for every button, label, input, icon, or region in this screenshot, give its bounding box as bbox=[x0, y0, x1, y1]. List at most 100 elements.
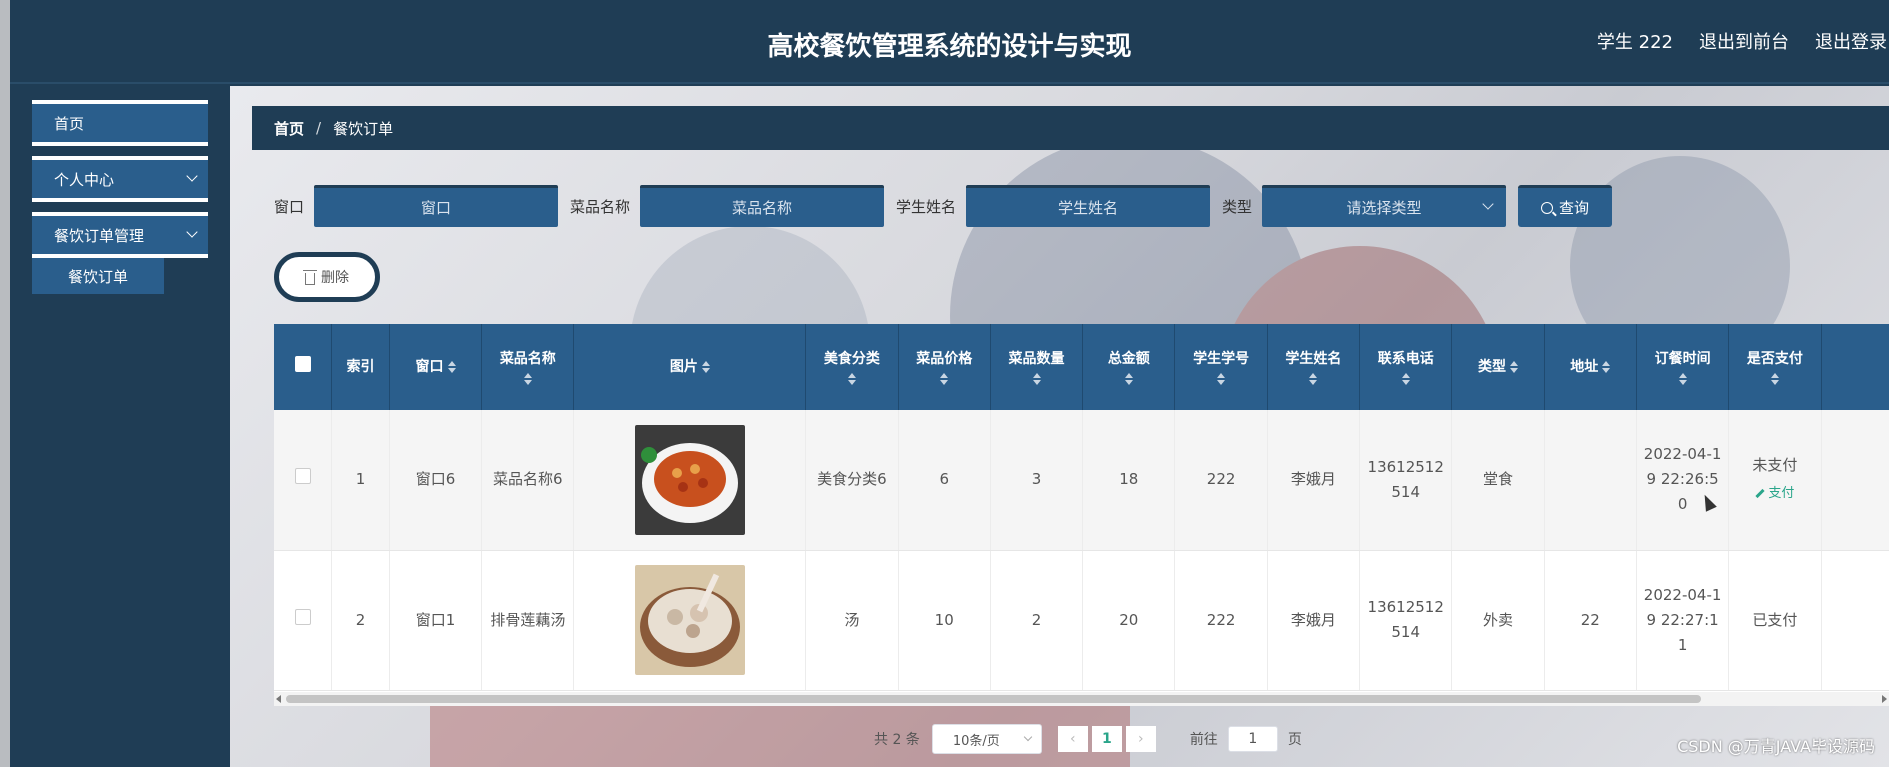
goto-label: 前往 bbox=[1189, 732, 1218, 748]
col-phone[interactable]: 联系电话 bbox=[1359, 324, 1453, 410]
cell-window: 窗口1 bbox=[389, 550, 483, 691]
delete-button-label: 删除 bbox=[321, 270, 349, 286]
cell-window: 窗口6 bbox=[389, 410, 483, 551]
watermark: CSDN @万青JAVA毕设源码 bbox=[1677, 737, 1875, 756]
orders-table: 索引 窗口 菜品名称 图片 美食分类 菜品价格 菜品数量 总金额 学生学号 学生… bbox=[274, 324, 1889, 706]
type-select[interactable]: 请选择类型 bbox=[1262, 185, 1507, 227]
trash-icon bbox=[303, 269, 317, 285]
pagination: 共 2 条 10条/页 ‹ 1 › 前往 1 页 bbox=[874, 724, 1302, 754]
row-checkbox[interactable] bbox=[294, 468, 311, 485]
select-all-cell bbox=[274, 324, 333, 410]
cell-actions: 详情 bbox=[1821, 410, 1889, 551]
sort-icon bbox=[1401, 373, 1410, 385]
sidebar-item-order-management[interactable]: 餐饮订单管理 bbox=[32, 212, 208, 258]
cell-image bbox=[573, 550, 807, 691]
sidebar-item-personal-center[interactable]: 个人中心 bbox=[32, 156, 208, 202]
window-label: 窗口 bbox=[274, 197, 305, 216]
cell-category: 美食分类6 bbox=[805, 410, 899, 551]
col-address[interactable]: 地址 bbox=[1544, 324, 1637, 410]
sidebar-item-home[interactable]: 首页 bbox=[32, 100, 208, 146]
cell-address bbox=[1544, 410, 1637, 551]
chevron-down-icon bbox=[186, 170, 198, 182]
dish-placeholder: 菜品名称 bbox=[732, 199, 793, 217]
scroll-right-icon[interactable] bbox=[1882, 695, 1887, 703]
cell-phone: 13612512514 bbox=[1359, 410, 1453, 551]
col-label: 联系电话 bbox=[1377, 351, 1434, 367]
current-user[interactable]: 学生 222 bbox=[1597, 28, 1673, 54]
col-label: 地址 bbox=[1570, 359, 1599, 375]
col-label: 窗口 bbox=[415, 359, 444, 375]
breadcrumb-home[interactable]: 首页 bbox=[274, 118, 304, 139]
col-total[interactable]: 总金额 bbox=[1082, 324, 1176, 410]
scrollbar-thumb[interactable] bbox=[286, 695, 1701, 703]
main-content: 首页 / 餐饮订单 窗口 窗口 菜品名称 菜品名称 学生姓名 学生姓名 类型 请… bbox=[230, 86, 1889, 767]
col-actions bbox=[1821, 324, 1889, 410]
sort-icon bbox=[1678, 373, 1687, 385]
dish-input[interactable]: 菜品名称 bbox=[640, 185, 885, 227]
back-to-front-link[interactable]: 退出到前台 bbox=[1699, 28, 1789, 54]
sort-icon bbox=[447, 361, 456, 373]
col-category[interactable]: 美食分类 bbox=[805, 324, 899, 410]
chevron-down-icon bbox=[1023, 732, 1033, 742]
col-label: 菜品价格 bbox=[916, 351, 973, 367]
query-button[interactable]: 查询 bbox=[1518, 185, 1613, 227]
col-dish[interactable]: 菜品名称 bbox=[481, 324, 575, 410]
cell-student-name: 李娥月 bbox=[1267, 550, 1361, 691]
query-button-label: 查询 bbox=[1559, 199, 1590, 217]
cell-image bbox=[573, 410, 807, 551]
window-placeholder: 窗口 bbox=[421, 199, 452, 217]
sort-icon bbox=[1217, 373, 1226, 385]
col-label: 美食分类 bbox=[823, 351, 880, 367]
cell-quantity: 3 bbox=[990, 410, 1084, 551]
page-number[interactable]: 1 bbox=[1091, 726, 1122, 752]
next-page-button[interactable]: › bbox=[1125, 726, 1156, 752]
pay-button-label: 支付 bbox=[1768, 486, 1795, 502]
goto-page-input[interactable]: 1 bbox=[1227, 726, 1278, 752]
col-quantity[interactable]: 菜品数量 bbox=[990, 324, 1084, 410]
row-checkbox[interactable] bbox=[294, 608, 311, 625]
col-label: 总金额 bbox=[1107, 351, 1150, 367]
cell-student-name: 李娥月 bbox=[1267, 410, 1361, 551]
col-paid[interactable]: 是否支付 bbox=[1728, 324, 1822, 410]
cell-address: 22 bbox=[1544, 550, 1637, 691]
col-label: 订餐时间 bbox=[1654, 351, 1711, 367]
prev-page-button[interactable]: ‹ bbox=[1057, 726, 1088, 752]
top-bar: 高校餐饮管理系统的设计与实现 学生 222 退出到前台 退出登录 bbox=[10, 0, 1889, 84]
page-size-value: 10条/页 bbox=[952, 733, 1000, 749]
student-input[interactable]: 学生姓名 bbox=[966, 185, 1211, 227]
col-label: 菜品数量 bbox=[1008, 351, 1065, 367]
delete-button[interactable]: 删除 bbox=[274, 252, 380, 302]
type-label: 类型 bbox=[1222, 197, 1253, 216]
col-price[interactable]: 菜品价格 bbox=[898, 324, 991, 410]
cell-total: 18 bbox=[1082, 410, 1176, 551]
col-time[interactable]: 订餐时间 bbox=[1636, 324, 1730, 410]
col-label: 学生学号 bbox=[1193, 351, 1250, 367]
breadcrumb-separator: / bbox=[316, 119, 322, 137]
dish-label: 菜品名称 bbox=[570, 197, 631, 216]
pay-button[interactable]: 支付 bbox=[1755, 481, 1794, 506]
col-label: 类型 bbox=[1478, 359, 1506, 375]
logout-link[interactable]: 退出登录 bbox=[1815, 28, 1887, 54]
col-type[interactable]: 类型 bbox=[1451, 324, 1545, 410]
top-links: 学生 222 退出到前台 退出登录 bbox=[1597, 28, 1889, 54]
page-size-select[interactable]: 10条/页 bbox=[931, 724, 1042, 754]
sidebar-subitem-orders[interactable]: 餐饮订单 bbox=[32, 258, 164, 294]
select-all-checkbox[interactable] bbox=[294, 356, 311, 372]
cell-time: 2022-04-19 22:26:50 bbox=[1636, 410, 1730, 551]
sort-icon bbox=[1770, 373, 1779, 385]
window-input[interactable]: 窗口 bbox=[314, 185, 559, 227]
col-student-no[interactable]: 学生学号 bbox=[1174, 324, 1268, 410]
breadcrumb-current: 餐饮订单 bbox=[333, 119, 394, 138]
cell-paid: 未支付 支付 bbox=[1728, 410, 1822, 551]
paid-status: 未支付 bbox=[1752, 456, 1798, 475]
sort-icon bbox=[1602, 361, 1611, 373]
cell-actions: 详情 bbox=[1821, 550, 1889, 691]
col-window[interactable]: 窗口 bbox=[389, 324, 483, 410]
row-select-cell bbox=[274, 550, 333, 691]
horizontal-scrollbar[interactable] bbox=[274, 692, 1889, 706]
cell-total: 20 bbox=[1082, 550, 1176, 691]
col-image[interactable]: 图片 bbox=[573, 324, 807, 410]
col-student-name[interactable]: 学生姓名 bbox=[1267, 324, 1361, 410]
scroll-left-icon[interactable] bbox=[276, 695, 281, 703]
cell-category: 汤 bbox=[805, 550, 899, 691]
